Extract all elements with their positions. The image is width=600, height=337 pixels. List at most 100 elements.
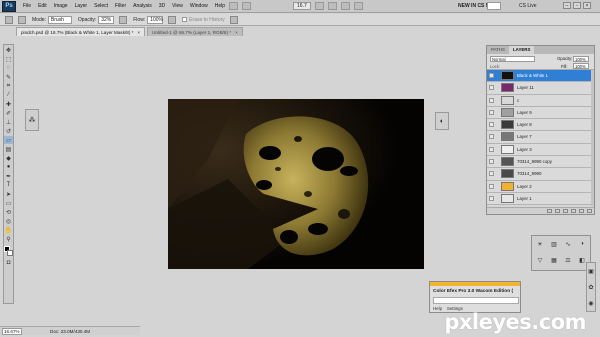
menu-image[interactable]: Image — [54, 3, 68, 9]
menu-select[interactable]: Select — [94, 3, 108, 9]
opacity-field[interactable]: 32% — [98, 15, 115, 24]
layer-row[interactable]: 70314_9990 — [487, 168, 594, 181]
hand-tool-button[interactable] — [314, 2, 324, 10]
menu-view[interactable]: View — [172, 3, 183, 9]
layer-style-icon[interactable] — [555, 209, 560, 213]
visibility-eye-icon[interactable] — [489, 97, 494, 103]
airbrush-icon[interactable] — [168, 15, 177, 24]
type-tool-icon[interactable]: T — [4, 181, 13, 189]
background-color-swatch[interactable] — [7, 250, 13, 256]
menu-filter[interactable]: Filter — [115, 3, 126, 9]
brightness-icon[interactable]: ☀ — [536, 240, 544, 248]
styles-icon[interactable]: ✿ — [587, 283, 595, 291]
masks-icon[interactable]: ◉ — [587, 299, 595, 307]
shape-tool-icon[interactable]: ▭ — [4, 199, 13, 207]
menu-3d[interactable]: 3D — [159, 3, 165, 9]
minimize-icon[interactable]: – — [563, 2, 571, 9]
visibility-eye-icon[interactable] — [489, 159, 494, 165]
visibility-eye-icon[interactable] — [489, 122, 494, 128]
color-swatches[interactable] — [4, 246, 13, 258]
tab-paths[interactable]: PATHS — [487, 46, 509, 54]
move-tool-icon[interactable]: ✥ — [4, 46, 13, 54]
visibility-eye-icon[interactable] — [489, 171, 494, 177]
vibrance-icon[interactable]: ▽ — [536, 256, 544, 264]
blend-mode-select[interactable]: Normal — [490, 56, 535, 62]
hue-saturation-icon[interactable]: ▦ — [550, 256, 558, 264]
layer-row[interactable]: Layer 7 — [487, 131, 594, 144]
link-layers-icon[interactable] — [547, 209, 552, 213]
fill-field[interactable]: 100% — [573, 63, 589, 69]
menu-edit[interactable]: Edit — [38, 3, 47, 9]
curves-icon[interactable]: ∿ — [564, 240, 572, 248]
search-input[interactable] — [487, 2, 501, 10]
hand-tool-icon[interactable]: ✋ — [4, 226, 13, 234]
mini-bridge-button[interactable] — [242, 2, 252, 10]
brush-tool-icon[interactable]: ✐ — [4, 109, 13, 117]
layer-row[interactable]: Layer 2 — [487, 180, 594, 193]
history-brush-tool-icon[interactable]: ↺ — [4, 127, 13, 135]
close-icon[interactable]: × — [235, 30, 238, 35]
stamp-tool-icon[interactable]: ⊥ — [4, 118, 13, 126]
eraser-tool-icon[interactable]: ▱ — [4, 136, 13, 144]
exposure-icon[interactable]: ◑ — [578, 240, 586, 248]
maximize-icon[interactable]: ▫ — [573, 2, 581, 9]
quick-select-tool-icon[interactable]: ✎ — [4, 73, 13, 81]
visibility-eye-icon[interactable] — [489, 134, 494, 140]
close-icon[interactable]: × — [583, 2, 591, 9]
zoom-status-field[interactable]: 16.67% — [2, 327, 22, 335]
layer-row[interactable]: Layer 11 — [487, 82, 594, 95]
zoom-level[interactable]: 16.7 — [293, 2, 311, 10]
screen-mode-button[interactable] — [353, 2, 363, 10]
color-balance-icon[interactable]: ⚖ — [564, 256, 572, 264]
menu-analysis[interactable]: Analysis — [133, 3, 152, 9]
menu-window[interactable]: Window — [190, 3, 208, 9]
quick-mask-icon[interactable]: ◘ — [4, 259, 13, 267]
visibility-eye-icon[interactable] — [489, 195, 494, 201]
pressure-opacity-icon[interactable] — [119, 15, 128, 24]
dodge-tool-icon[interactable]: ● — [4, 163, 13, 171]
bridge-button[interactable] — [229, 2, 239, 10]
erase-history-checkbox[interactable] — [182, 17, 188, 22]
trash-icon[interactable] — [587, 209, 592, 213]
tab-untitled-1[interactable]: Untitled-1 @ 66.7% (Layer 1, RGB/8) * × — [147, 27, 243, 36]
path-select-tool-icon[interactable]: ➤ — [4, 190, 13, 198]
brush-panel-collapsed[interactable]: ⁂ — [25, 109, 39, 131]
eyedropper-tool-icon[interactable]: ⁄ — [4, 91, 13, 99]
layer-row[interactable]: Layer 1 — [487, 192, 594, 206]
visibility-eye-icon[interactable] — [489, 183, 494, 189]
visibility-eye-icon[interactable] — [489, 109, 494, 115]
color-efex-filter-button[interactable] — [433, 297, 519, 304]
layer-row[interactable]: Black & White 1 — [487, 70, 594, 83]
adjustment-layer-icon[interactable] — [571, 209, 576, 213]
layer-row[interactable]: Layer 8 — [487, 119, 594, 132]
zoom-tool-icon[interactable]: ⚲ — [4, 235, 13, 243]
lasso-tool-icon[interactable]: ◌ — [4, 64, 13, 72]
new-in-cs5-link[interactable]: NEW IN CS 5 — [458, 3, 489, 9]
visibility-eye-icon[interactable] — [489, 85, 494, 91]
mode-select[interactable]: Brush — [47, 15, 72, 24]
close-icon[interactable]: × — [137, 30, 140, 35]
arrange-documents-button[interactable] — [340, 2, 350, 10]
marquee-tool-icon[interactable]: ⬚ — [4, 55, 13, 63]
cs-live-button[interactable]: CS Live — [519, 3, 537, 9]
layers-scrollbar[interactable] — [591, 70, 594, 206]
menu-file[interactable]: File — [23, 3, 31, 9]
black-white-icon[interactable]: ◧ — [578, 256, 586, 264]
3d-orbit-tool-icon[interactable]: ◎ — [4, 217, 13, 225]
3d-rotate-tool-icon[interactable]: ⟲ — [4, 208, 13, 216]
menu-layer[interactable]: Layer — [75, 3, 88, 9]
healing-tool-icon[interactable]: ✚ — [4, 100, 13, 108]
visibility-eye-icon[interactable] — [489, 73, 494, 78]
add-mask-icon[interactable] — [563, 209, 568, 213]
swatches-icon[interactable]: ▣ — [587, 267, 595, 275]
new-group-icon[interactable] — [579, 209, 584, 213]
levels-icon[interactable]: ▥ — [550, 240, 558, 248]
gradient-tool-icon[interactable]: ▤ — [4, 145, 13, 153]
layer-row[interactable]: Layer 9 — [487, 106, 594, 120]
crop-tool-icon[interactable]: ⌗ — [4, 82, 13, 90]
layer-opacity-field[interactable]: 100% — [573, 56, 589, 62]
tab-layers[interactable]: LAYERS — [509, 46, 535, 54]
menu-help[interactable]: Help — [215, 3, 225, 9]
zoom-tool-button[interactable] — [327, 2, 337, 10]
layer-row[interactable]: 70314_9990 copy — [487, 156, 594, 169]
